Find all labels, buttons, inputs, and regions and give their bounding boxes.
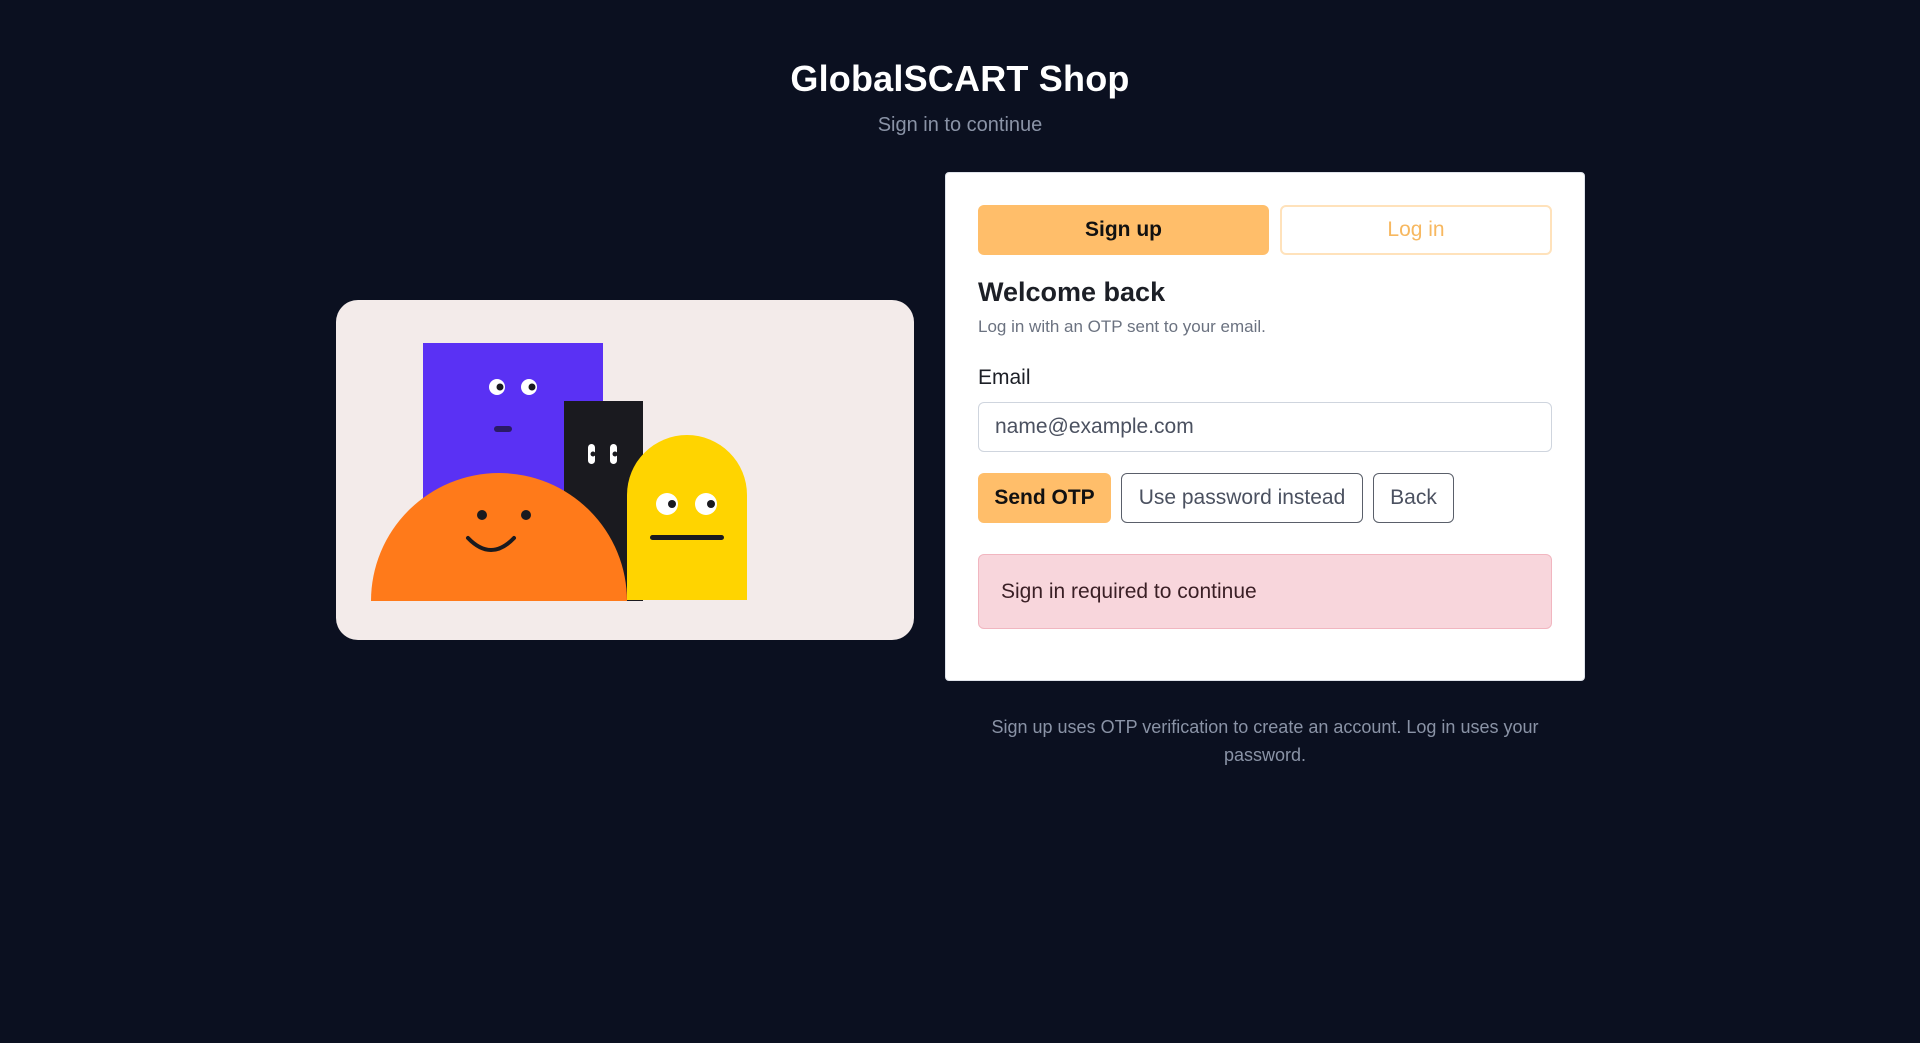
illustration-card	[336, 300, 914, 640]
send-otp-button[interactable]: Send OTP	[978, 473, 1111, 523]
characters-illustration	[371, 343, 747, 601]
auth-card: Sign up Log in Welcome back Log in with …	[945, 172, 1585, 681]
email-label: Email	[978, 366, 1031, 389]
sign-in-required-alert: Sign in required to continue	[978, 554, 1552, 629]
app-title: GlobalSCART Shop	[790, 58, 1130, 99]
login-page: GlobalSCART Shop Sign in to continue Sig…	[0, 0, 1920, 1043]
email-field[interactable]	[978, 402, 1552, 452]
auth-footnote: Sign up uses OTP verification to create …	[991, 717, 1539, 765]
page-header: GlobalSCART Shop Sign in to continue	[0, 58, 1920, 137]
tab-sign-up[interactable]: Sign up	[978, 205, 1269, 255]
form-description: Log in with an OTP sent to your email.	[978, 317, 1266, 336]
app-subtitle: Sign in to continue	[877, 114, 1043, 136]
yellow-character	[627, 435, 747, 600]
back-button[interactable]: Back	[1373, 473, 1454, 523]
tab-log-in[interactable]: Log in	[1280, 205, 1552, 255]
use-password-button[interactable]: Use password instead	[1121, 473, 1363, 523]
auth-tabs: Sign up Log in	[978, 205, 1552, 255]
form-heading: Welcome back	[978, 277, 1166, 307]
